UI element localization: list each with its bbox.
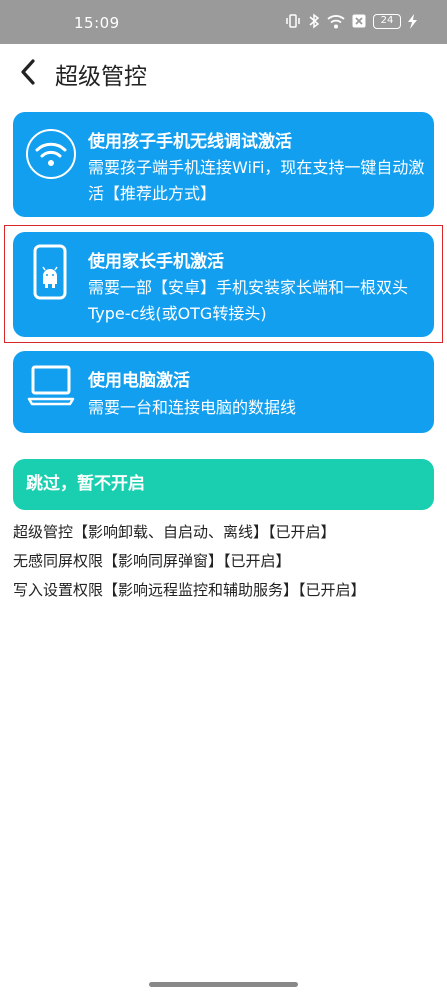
permission-status: 写入设置权限【影响远程监控和辅助服务】【已开启】 (13, 581, 366, 599)
option-description: 需要一台和连接电脑的数据线 (88, 398, 297, 417)
option-description: 需要一部【安卓】手机安装家长端和一根双头Type-c线(或OTG转接头) (88, 278, 409, 323)
charging-icon (408, 13, 417, 29)
chevron-left-icon (21, 59, 35, 85)
option-title: 使用家长手机激活 (88, 252, 224, 272)
permission-status: 超级管控【影响卸载、自启动、离线】【已开启】 (13, 523, 336, 541)
permission-status: 无感同屏权限【影响同屏弹窗】【已开启】 (13, 552, 291, 570)
option-computer[interactable]: 使用电脑激活 需要一台和连接电脑的数据线 (13, 351, 434, 433)
laptop-icon (27, 365, 75, 406)
status-time: 15:09 (74, 14, 120, 32)
permission-status-list: 超级管控【影响卸载、自启动、离线】【已开启】 无感同屏权限【影响同屏弹窗】【已开… (13, 518, 366, 605)
app-header: 超级管控 (0, 44, 447, 100)
status-icons: 24 (285, 13, 417, 29)
vibrate-icon (286, 14, 300, 28)
skip-button[interactable]: 跳过，暂不开启 (13, 459, 434, 510)
battery-icon: 24 (373, 13, 401, 29)
wifi-icon (26, 129, 76, 179)
battery-level: 24 (380, 15, 394, 26)
sim-off-icon (352, 14, 366, 28)
option-title: 使用电脑激活 (88, 371, 190, 391)
wifi-icon (327, 14, 345, 28)
option-title: 使用孩子手机无线调试激活 (88, 132, 292, 152)
back-button[interactable] (14, 56, 42, 88)
option-wireless-debug[interactable]: 使用孩子手机无线调试激活 需要孩子端手机连接WiFi，现在支持一键自动激活【推荐… (13, 112, 434, 217)
bluetooth-icon (309, 13, 320, 29)
page-title: 超级管控 (55, 64, 147, 90)
status-bar: 15:09 24 (0, 0, 447, 44)
home-indicator[interactable] (149, 982, 298, 987)
android-phone-icon (33, 244, 67, 300)
option-parent-phone[interactable]: 使用家长手机激活 需要一部【安卓】手机安装家长端和一根双头Type-c线(或OT… (13, 232, 434, 337)
option-description: 需要孩子端手机连接WiFi，现在支持一键自动激活【推荐此方式】 (88, 158, 425, 203)
